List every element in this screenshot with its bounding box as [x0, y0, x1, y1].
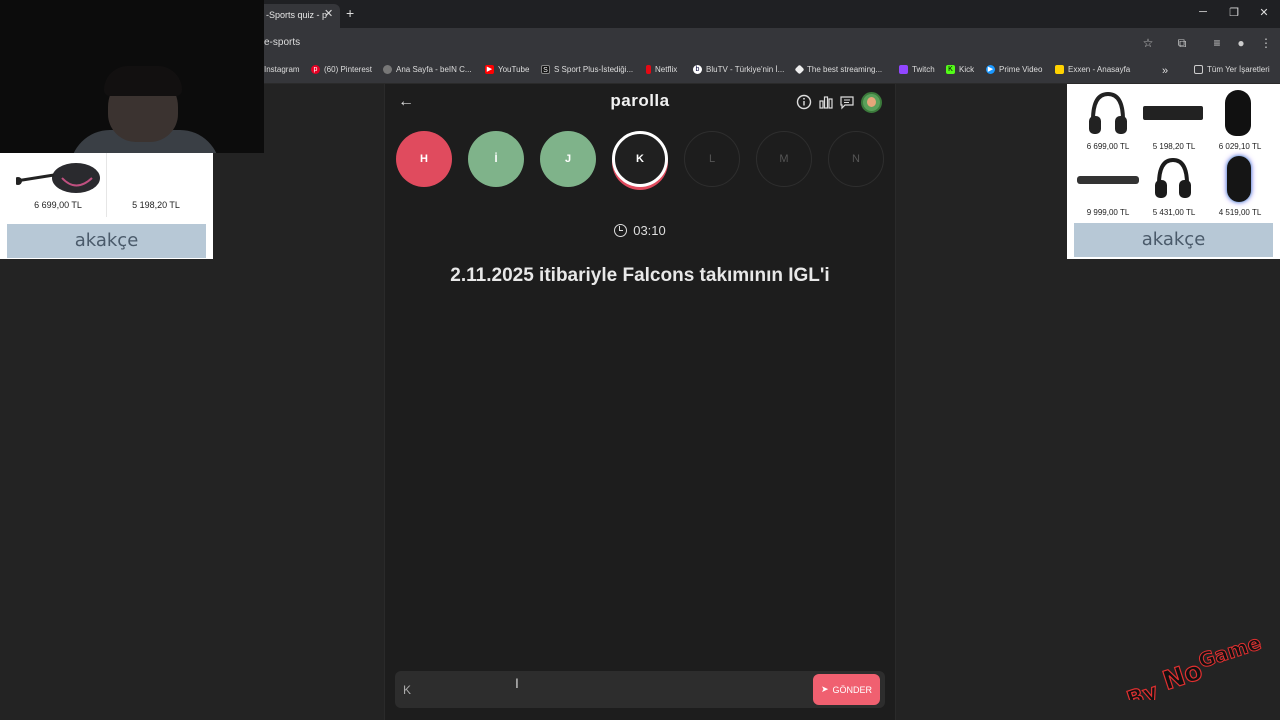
- netflix-icon: [646, 65, 651, 74]
- bookmark-label: Netflix: [655, 65, 678, 74]
- svg-text:Game: Game: [1195, 630, 1264, 673]
- headset-image: [1153, 156, 1193, 202]
- diamond-icon: [794, 64, 805, 75]
- submit-button[interactable]: ➤ GÖNDER: [813, 674, 880, 705]
- submit-label: GÖNDER: [832, 684, 873, 695]
- chat-icon[interactable]: [839, 94, 855, 110]
- bookmark-bein[interactable]: Ana Sayfa - beIN C...: [383, 65, 472, 74]
- bookmark-kick[interactable]: K Kick: [946, 65, 974, 74]
- folder-icon: [1194, 65, 1203, 74]
- bookmark-twitch[interactable]: Twitch: [899, 65, 935, 74]
- pinterest-icon: p: [311, 65, 320, 74]
- bookmark-pinterest[interactable]: p (60) Pinterest: [311, 65, 372, 74]
- minimize-icon[interactable]: ─: [1193, 6, 1213, 18]
- globe-icon: [383, 65, 392, 74]
- avatar[interactable]: [861, 92, 882, 113]
- star-icon[interactable]: ☆: [1140, 36, 1156, 50]
- bookmark-label: Instagram: [264, 65, 300, 74]
- timer: 03:10: [600, 223, 680, 238]
- menu-icon[interactable]: ⋮: [1258, 36, 1274, 50]
- ad-price: 4 519,00 TL: [1218, 208, 1262, 217]
- ad-price: 6 029,10 TL: [1218, 142, 1262, 151]
- extensions-icon[interactable]: ⧉: [1174, 36, 1190, 51]
- close-window-icon[interactable]: ✕: [1254, 6, 1274, 19]
- bookmark-label: BluTV - Türkiye'nin İ...: [706, 65, 785, 74]
- letter-circle-current: K: [612, 131, 668, 187]
- new-tab-icon[interactable]: +: [346, 5, 354, 21]
- ad-price: 5 431,00 TL: [1152, 208, 1196, 217]
- headset-image: [14, 161, 102, 195]
- letter-circle-pending: L: [684, 131, 740, 187]
- bookmark-label: (60) Pinterest: [324, 65, 373, 74]
- bookmark-label: Twitch: [912, 65, 935, 74]
- clock-icon: [614, 224, 628, 237]
- bookmark-instagram[interactable]: Instagram: [264, 65, 300, 74]
- bookmark-label: YouTube: [498, 65, 530, 74]
- page-title: parolla: [610, 91, 670, 110]
- ssd-image: [1143, 106, 1203, 120]
- letter-circle-right: J: [540, 131, 596, 187]
- left-ad[interactable]: 6 699,00 TL 5 198,20 TL akakçe: [0, 153, 213, 259]
- webcam-overlay: [0, 0, 264, 153]
- bookmarks-overflow-icon[interactable]: »: [1162, 65, 1168, 77]
- bookmark-exxen[interactable]: Exxen - Anasayfa: [1055, 65, 1130, 74]
- bookmark-label: S Sport Plus-İstediği...: [554, 65, 634, 74]
- question-text: 2.11.2025 itibariyle Falcons takımının I…: [450, 265, 830, 286]
- bookmark-label: Exxen - Anasayfa: [1068, 65, 1131, 74]
- bookmark-blutv[interactable]: b BluTV - Türkiye'nin İ...: [693, 65, 784, 74]
- send-icon: ➤: [820, 684, 829, 694]
- blutv-icon: b: [693, 65, 702, 74]
- bookmark-label: Tüm Yer İşaretleri: [1207, 65, 1270, 74]
- watermark-logo: By No Game: [1110, 630, 1280, 714]
- mouse-image: [1227, 156, 1251, 202]
- ad-price: 6 699,00 TL: [34, 200, 82, 210]
- bookmark-prime[interactable]: ▶ Prime Video: [986, 65, 1042, 74]
- bookmark-netflix[interactable]: Netflix: [646, 65, 677, 74]
- ad-price: 5 198,20 TL: [132, 200, 180, 210]
- kick-icon: K: [946, 65, 955, 74]
- right-ad[interactable]: 6 699,00 TL 5 198,20 TL 6 029,10 TL 9 99…: [1067, 84, 1280, 259]
- letter-circle-pending: N: [828, 131, 884, 187]
- letter-circle-wrong: H: [396, 131, 452, 187]
- back-arrow-icon[interactable]: ←: [398, 93, 414, 111]
- ad-price: 5 198,20 TL: [1152, 142, 1196, 151]
- tab-close-icon[interactable]: ✕: [324, 7, 336, 21]
- ad-divider: [106, 153, 107, 217]
- letter-circle-right: İ: [468, 131, 524, 187]
- akakce-logo: akakçe: [7, 224, 206, 258]
- letter-circle-pending: M: [756, 131, 812, 187]
- twitch-icon: [899, 65, 908, 74]
- restore-icon[interactable]: ❐: [1224, 6, 1244, 19]
- bookmark-label: Kick: [959, 65, 975, 74]
- answer-input[interactable]: [403, 679, 803, 701]
- stats-icon[interactable]: [818, 94, 834, 110]
- ad-price: 9 999,00 TL: [1086, 208, 1130, 217]
- bookmark-label: Prime Video: [999, 65, 1043, 74]
- webcam-hair-shape: [104, 66, 182, 96]
- soundbar-image: [1077, 176, 1139, 184]
- bookmark-ssport[interactable]: S S Sport Plus-İstediği...: [541, 65, 633, 74]
- headset-image: [1085, 90, 1131, 138]
- text-cursor-icon: I: [515, 675, 519, 691]
- akakce-logo: akakçe: [1074, 223, 1273, 257]
- bookmark-label: Ana Sayfa - beIN C...: [396, 65, 472, 74]
- prime-icon: ▶: [986, 65, 995, 74]
- bookmark-streaming[interactable]: The best streaming...: [794, 64, 883, 75]
- youtube-icon: ▶: [485, 65, 494, 74]
- url-text[interactable]: e-sports: [264, 37, 300, 48]
- bookmark-label: The best streaming...: [807, 65, 883, 74]
- exxen-icon: [1055, 65, 1064, 74]
- mouse-image: [1225, 90, 1251, 136]
- all-bookmarks[interactable]: Tüm Yer İşaretleri: [1194, 65, 1270, 74]
- ad-price: 6 699,00 TL: [1086, 142, 1130, 151]
- svg-text:By: By: [1124, 680, 1161, 700]
- info-icon[interactable]: [796, 94, 812, 110]
- bookmark-youtube[interactable]: ▶ YouTube: [485, 65, 529, 74]
- media-icon[interactable]: ≡: [1209, 36, 1225, 50]
- ssport-icon: S: [541, 65, 550, 74]
- profile-icon[interactable]: ●: [1233, 36, 1249, 50]
- timer-value: 03:10: [633, 223, 666, 238]
